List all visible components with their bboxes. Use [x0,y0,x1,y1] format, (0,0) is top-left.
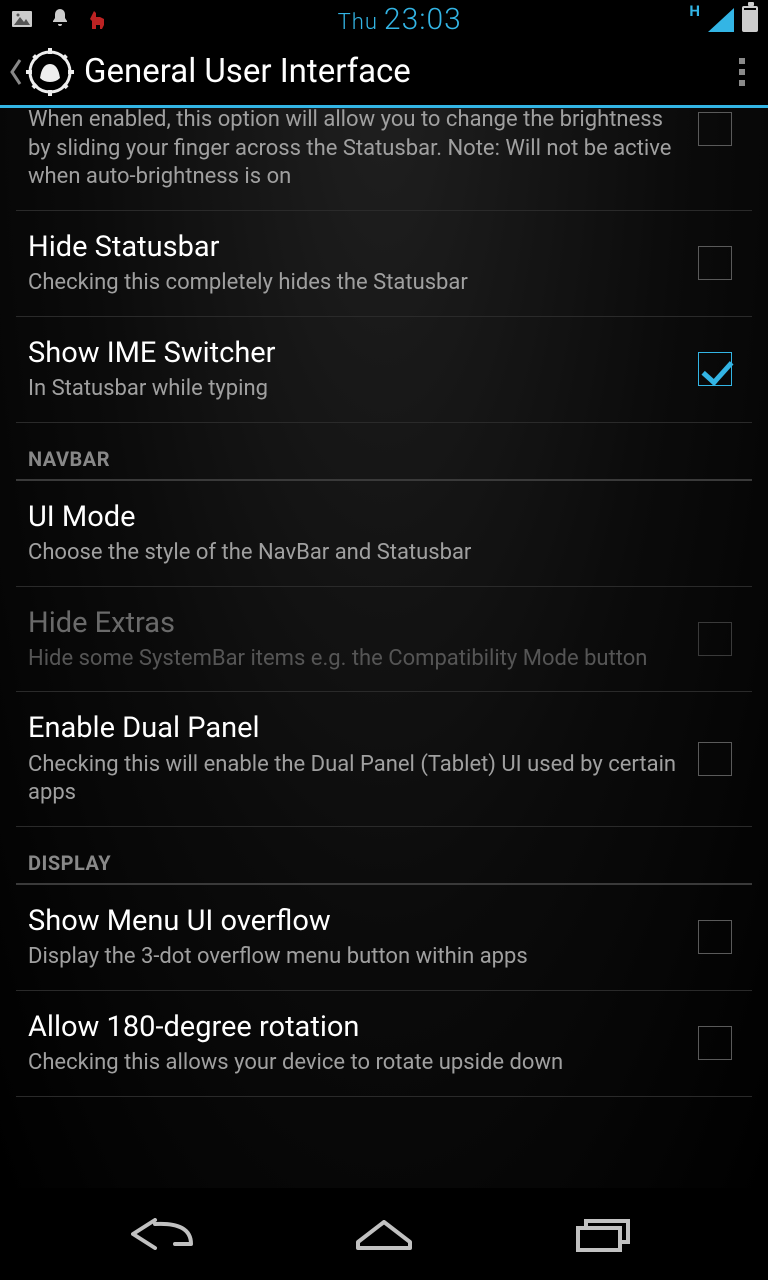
pref-summary: Choose the style of the NavBar and Statu… [28,539,752,568]
picture-icon [10,7,34,31]
status-right: H [689,6,758,32]
checkbox[interactable] [698,1026,732,1060]
pref-menu-overflow[interactable]: Show Menu UI overflow Display the 3-dot … [16,885,752,991]
pref-brightness-slider[interactable]: x When enabled, this option will allow y… [16,108,752,211]
pref-summary: In Statusbar while typing [28,375,684,404]
pref-title: Enable Dual Panel [28,710,684,746]
category-title: NAVBAR [28,447,752,471]
pref-summary: Display the 3-dot overflow menu button w… [28,943,684,972]
status-left [10,7,110,31]
checkbox[interactable] [698,920,732,954]
status-clock: Thu 23:03 [338,2,462,37]
page-title: General User Interface [84,52,724,91]
checkbox[interactable] [698,742,732,776]
pref-hide-extras: Hide Extras Hide some SystemBar items e.… [16,587,752,693]
status-bar: Thu 23:03 H [0,0,768,38]
pref-title: Show Menu UI overflow [28,903,684,939]
nav-back-button[interactable] [110,1206,220,1262]
pref-title: Hide Extras [28,605,684,641]
checkbox[interactable] [698,352,732,386]
back-button[interactable] [8,48,74,96]
category-title: DISPLAY [28,851,752,875]
pref-title: Allow 180-degree rotation [28,1009,684,1045]
signal-icon [708,8,734,32]
pref-dual-panel[interactable]: Enable Dual Panel Checking this will ena… [16,692,752,826]
pref-summary: Checking this will enable the Dual Panel… [28,751,684,808]
pref-ime-switcher[interactable]: Show IME Switcher In Statusbar while typ… [16,317,752,423]
pref-title: UI Mode [28,499,752,535]
nav-recent-button[interactable] [549,1206,659,1262]
pref-title: Show IME Switcher [28,335,684,371]
checkbox [698,622,732,656]
pref-summary: Checking this completely hides the Statu… [28,269,684,298]
pref-summary: Checking this allows your device to rota… [28,1049,684,1078]
category-navbar: NAVBAR [16,423,752,481]
action-bar: General User Interface [0,38,768,108]
pref-180-rotation[interactable]: Allow 180-degree rotation Checking this … [16,991,752,1097]
navigation-bar [0,1188,768,1280]
status-day: Thu [338,10,378,35]
llama-icon [86,7,110,31]
pref-ui-mode[interactable]: UI Mode Choose the style of the NavBar a… [16,481,752,587]
battery-icon [742,6,758,32]
network-type: H [689,2,700,20]
app-icon [26,48,74,96]
nav-home-button[interactable] [329,1206,439,1262]
category-display: DISPLAY [16,827,752,885]
pref-title: Hide Statusbar [28,229,684,265]
checkbox[interactable] [698,112,732,146]
settings-list[interactable]: x When enabled, this option will allow y… [0,108,768,1188]
chevron-left-icon [8,58,22,86]
status-time: 23:03 [384,2,462,37]
pref-summary: Hide some SystemBar items e.g. the Compa… [28,645,684,674]
overflow-menu-button[interactable] [724,58,760,86]
bell-icon [48,7,72,31]
pref-hide-statusbar[interactable]: Hide Statusbar Checking this completely … [16,211,752,317]
pref-summary: When enabled, this option will allow you… [28,108,684,192]
checkbox[interactable] [698,246,732,280]
